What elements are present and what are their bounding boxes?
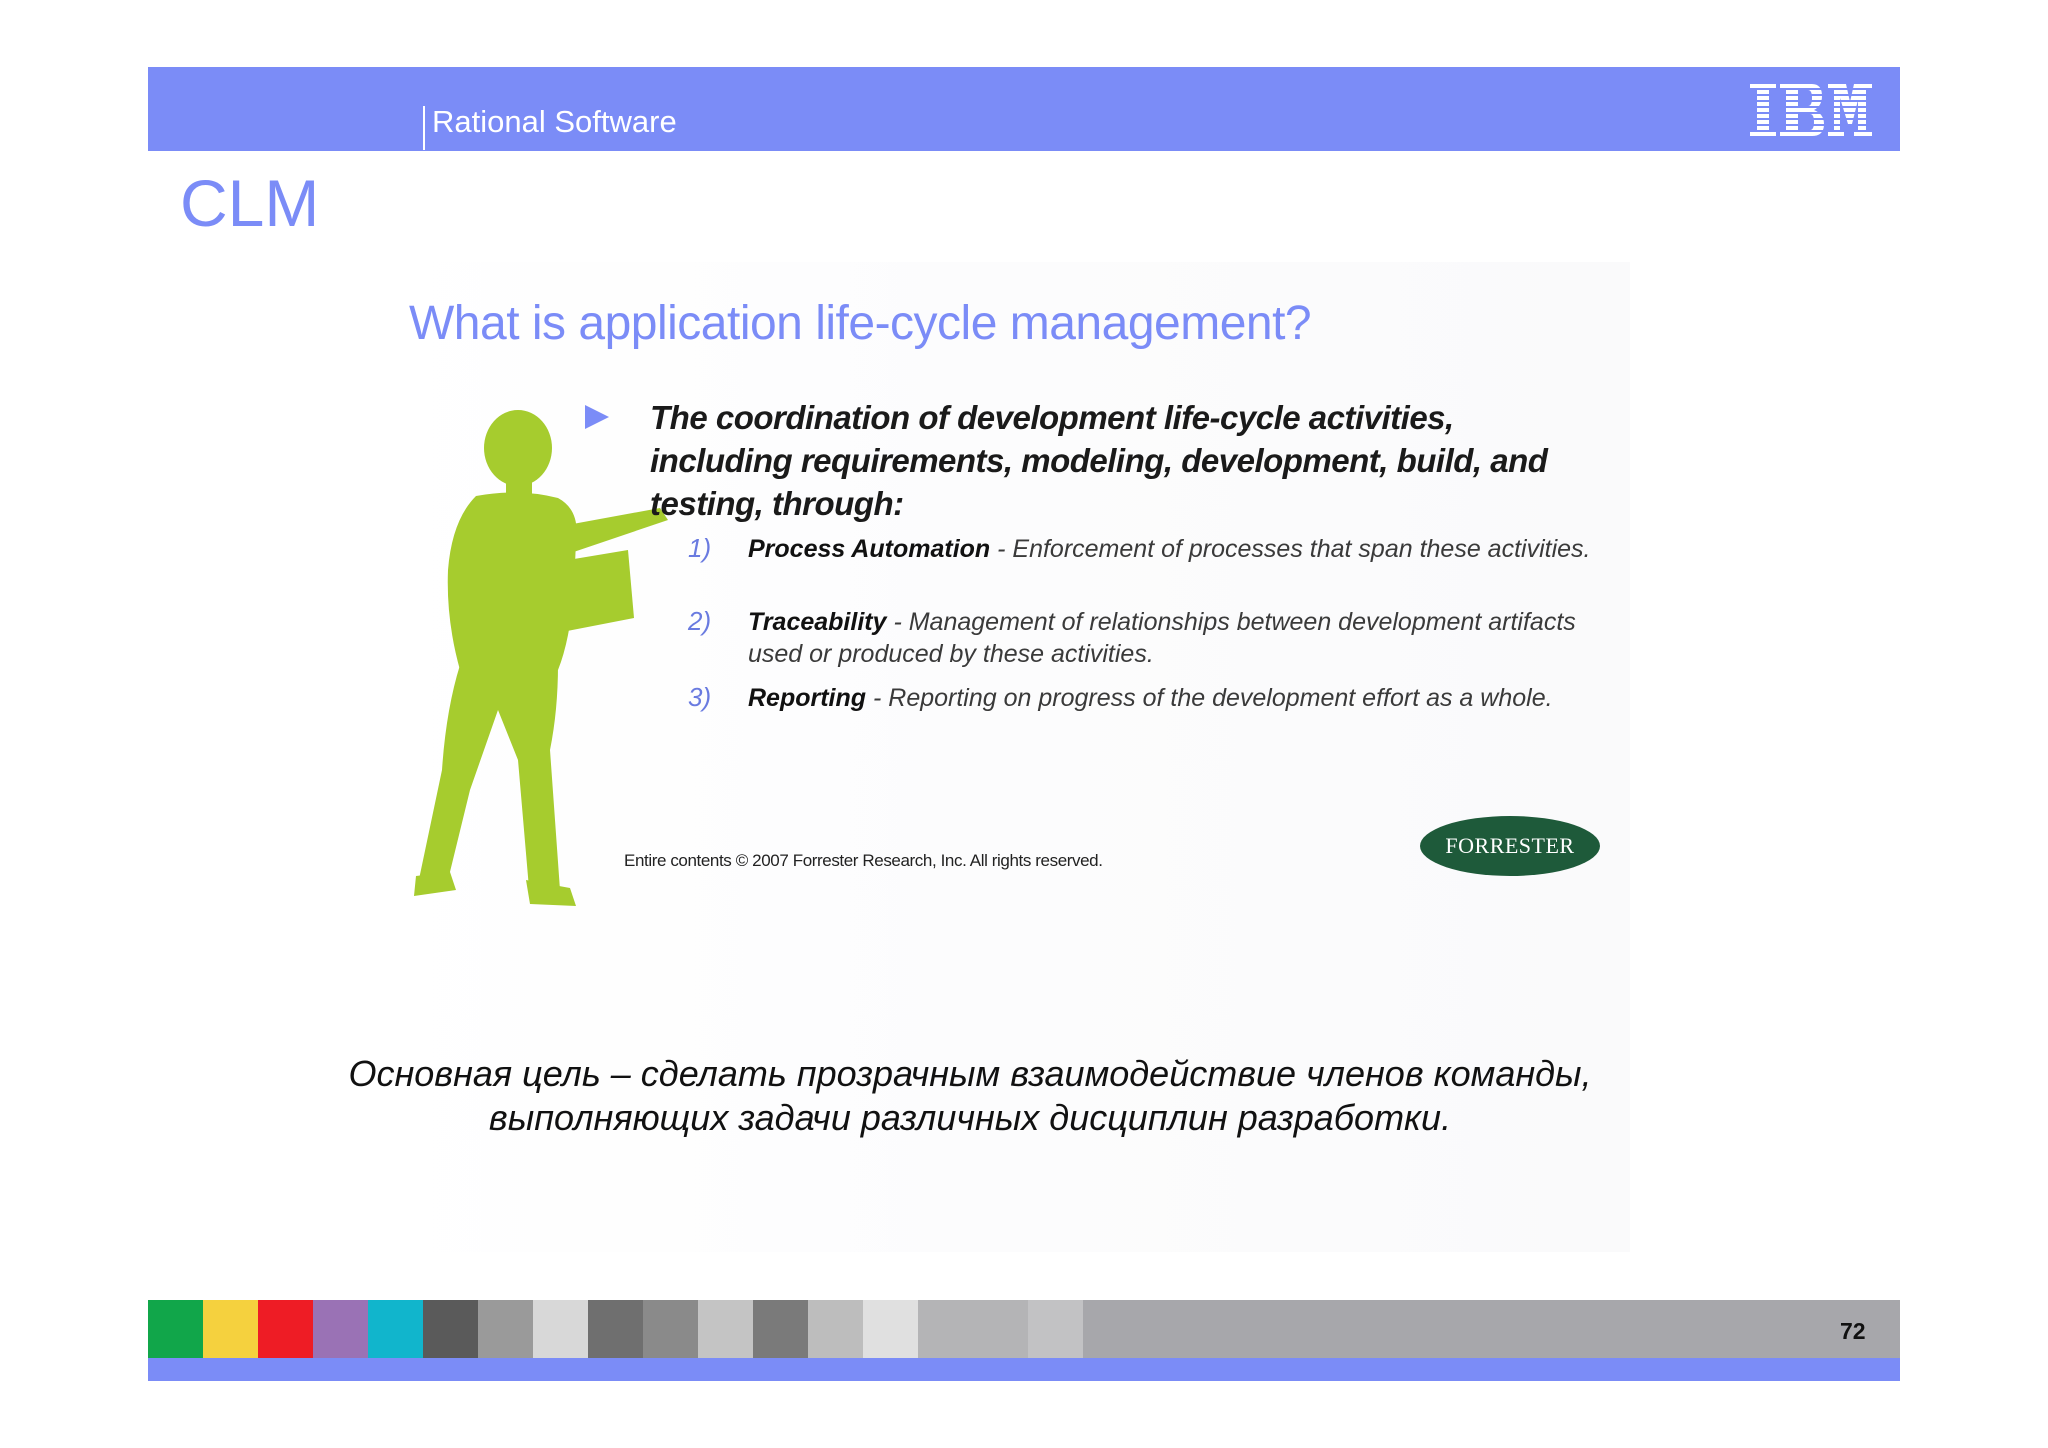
bullet-arrow-icon (585, 405, 609, 429)
footer-swatch-cyan (368, 1300, 423, 1358)
list-item-number: 2) (688, 606, 712, 636)
embedded-heading: What is application life-cycle managemen… (409, 297, 1312, 350)
footer-photo-tile (533, 1300, 588, 1358)
person-silhouette-icon (390, 410, 670, 915)
list-item-text: Traceability - Management of relationshi… (748, 606, 1628, 670)
copyright-note: Entire contents © 2007 Forrester Researc… (624, 851, 1103, 870)
ibm-logo-icon (1750, 84, 1872, 141)
footer-swatch-purple (313, 1300, 368, 1358)
footer-photo-tile (588, 1300, 643, 1358)
footer-swatch-yellow (203, 1300, 258, 1358)
page-number: 72 (1840, 1318, 1866, 1344)
footer-photo-tile (1028, 1300, 1083, 1358)
footer-photo-tile (808, 1300, 863, 1358)
lead-text: The coordination of development life-cyc… (650, 399, 1548, 522)
footer-swatch-red (258, 1300, 313, 1358)
footer-image-strip (148, 1300, 1900, 1358)
footer-photo-tile (643, 1300, 698, 1358)
list-item-text: Process Automation - Enforcement of proc… (748, 533, 1628, 565)
list-item-term: Reporting (748, 684, 867, 712)
header-divider (423, 106, 425, 150)
list-item-term: Traceability (748, 608, 887, 636)
forrester-logo: FORRESTER (1420, 816, 1600, 876)
footer-base-bar (148, 1358, 1900, 1381)
footer-photo-tile (753, 1300, 808, 1358)
footer-photo-tile (423, 1300, 478, 1358)
list-item-description: - Reporting on progress of the developme… (866, 684, 1553, 712)
list-item-description: - Enforcement of processes that span the… (990, 535, 1591, 563)
list-item-term: Process Automation (748, 535, 991, 563)
slide-caption: Основная цель – сделать прозрачным взаим… (348, 1053, 1592, 1138)
list-item-text: Reporting - Reporting on progress of the… (748, 682, 1628, 714)
footer-photo-tile (698, 1300, 753, 1358)
header-bar (148, 67, 1900, 151)
footer-swatch-green (148, 1300, 203, 1358)
list-item-number: 1) (688, 533, 712, 563)
list-item-number: 3) (688, 682, 712, 712)
forrester-logo-text: FORRESTER (1445, 833, 1575, 858)
page-title: CLM (180, 166, 320, 240)
footer-photo-tile (863, 1300, 918, 1358)
footer-photo-tile (918, 1300, 1028, 1358)
footer-photo-tile (478, 1300, 533, 1358)
header-brand: Rational Software (432, 104, 677, 139)
